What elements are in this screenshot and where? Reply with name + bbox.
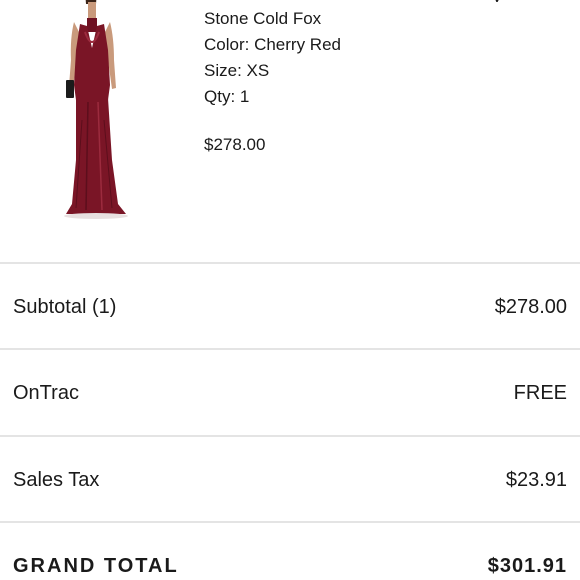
grand-total-row: GRAND TOTAL $301.91 bbox=[0, 523, 580, 580]
dress-product-image[interactable] bbox=[52, 0, 142, 222]
subtotal-row: Subtotal (1) $278.00 bbox=[0, 264, 580, 350]
grand-total-value: $301.91 bbox=[487, 554, 567, 577]
product-details: Stone Cold Fox Color: Cherry Red Size: X… bbox=[204, 6, 341, 110]
sales-tax-value: $23.91 bbox=[505, 468, 567, 491]
dress-icon bbox=[64, 0, 128, 219]
order-summary-page: Stone Cold Fox Color: Cherry Red Size: X… bbox=[0, 0, 580, 580]
grand-total-label: GRAND TOTAL bbox=[13, 554, 179, 577]
subtotal-label: Subtotal (1) bbox=[13, 295, 117, 318]
shipping-value: FREE bbox=[513, 381, 567, 404]
subtotal-value: $278.00 bbox=[494, 295, 567, 318]
product-color: Color: Cherry Red bbox=[204, 35, 341, 54]
sales-tax-label: Sales Tax bbox=[13, 468, 100, 491]
truncated-title-fragment bbox=[491, 0, 505, 2]
product-brand[interactable]: Stone Cold Fox bbox=[204, 6, 341, 32]
shipping-label: OnTrac bbox=[13, 381, 79, 404]
sales-tax-row: Sales Tax $23.91 bbox=[0, 437, 580, 523]
product-size: Size: XS bbox=[204, 61, 270, 80]
product-qty: Qty: 1 bbox=[204, 87, 250, 106]
shipping-row: OnTrac FREE bbox=[0, 350, 580, 436]
product-item: Stone Cold Fox Color: Cherry Red Size: X… bbox=[0, 0, 580, 262]
product-price: $278.00 bbox=[204, 135, 266, 154]
